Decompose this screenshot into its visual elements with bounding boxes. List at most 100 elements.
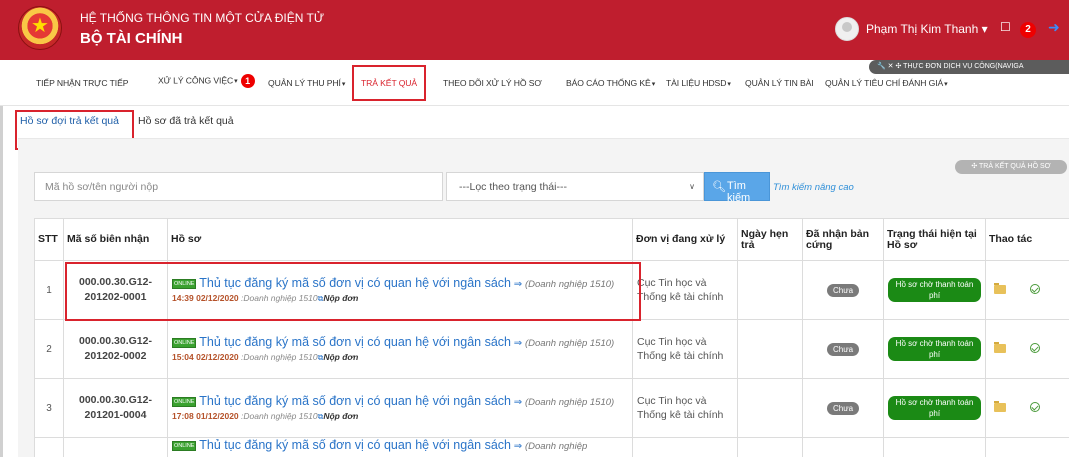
return-result-button[interactable]: ✣ TRẢ KẾT QUẢ HỒ SƠ [955, 160, 1067, 174]
row-code: 000.00.30.G12- 201201-0004 [63, 378, 168, 438]
check-circle-icon[interactable] [1030, 283, 1040, 294]
app-header: ★ HỆ THỐNG THÔNG TIN MỘT CỬA ĐIỆN TỬ BỘ … [0, 0, 1069, 60]
status-filter-value: ---Lọc theo trạng thái--- [459, 181, 567, 193]
nav-item-fee-management[interactable]: QUẢN LÝ THU PHÍ▾ [268, 78, 345, 88]
tab-returned-results[interactable]: Hồ sơ đã trả kết quả [138, 115, 234, 127]
procedure-link[interactable]: Thủ tục đăng ký mã số đơn vị có quan hệ … [199, 438, 511, 452]
status-badge: Hồ sơ chờ thanh toán phí [888, 396, 981, 420]
nav-item-manuals[interactable]: TÀI LIỆU HDSD▾ [666, 78, 731, 88]
arrow-right-icon: ⇒ [513, 441, 523, 452]
submit-action: Nộp đơn [323, 351, 359, 362]
user-menu[interactable]: Phạm Thị Kim Thanh ▾ [866, 22, 988, 36]
row-stt: 3 [34, 378, 64, 438]
row-due [737, 378, 803, 438]
row-received: Chưa [802, 260, 884, 320]
arrow-right-icon: ⇒ [513, 278, 523, 290]
check-circle-icon[interactable] [1030, 401, 1040, 412]
ministry-title: BỘ TÀI CHÍNH [80, 30, 183, 47]
row-due [737, 260, 803, 320]
chevron-down-icon: ▾ [727, 81, 731, 88]
online-badge: ONLINE [172, 278, 197, 289]
nav-item-reports[interactable]: BÁO CÁO THỐNG KÊ▾ [566, 78, 655, 88]
col-header-actions: Thao tác [985, 218, 1069, 261]
chevron-down-icon: ▾ [651, 81, 656, 88]
received-badge: Chưa [826, 283, 860, 297]
enterprise-name: (Doanh nghiệp [524, 441, 588, 452]
bell-icon[interactable]: ☐ [1000, 20, 1014, 34]
folder-icon[interactable] [994, 341, 1006, 353]
nav-active-highlight [352, 65, 426, 101]
status-badge: Hồ sơ chờ thanh toán phí [888, 278, 981, 302]
row-code: 000.00.30.G12- 201202-0001 [63, 260, 168, 320]
search-button[interactable]: 🔍︎ Tìm kiếm [704, 172, 770, 204]
service-menu-bar[interactable]: 🔧 ✕ ✣ THỰC ĐƠN DỊCH VỤ CÔNG(NAVIGA [869, 60, 1069, 74]
received-badge: Chưa [826, 401, 860, 415]
col-header-unit: Đơn vị đang xử lý [632, 218, 738, 261]
col-header-due: Ngày hẹn trả [737, 218, 803, 261]
enterprise-name: (Doanh nghiệp 1510) [524, 278, 615, 290]
status-badge: Hồ sơ chờ thanh toán phí [888, 337, 981, 361]
nav-item-criteria[interactable]: QUẢN LÝ TIÊU CHÍ ĐÁNH GIÁ▾ [825, 78, 948, 88]
submit-action: Nộp đơn [323, 410, 359, 421]
procedure-link[interactable]: Thủ tục đăng ký mã số đơn vị có quan hệ … [199, 394, 511, 408]
result-subtabs: Hồ sơ đợi trả kết quả Hồ sơ đã trả kết q… [0, 106, 1069, 150]
table-header-row: STT Mã số biên nhận Hồ sơ Đơn vị đang xử… [34, 218, 1069, 261]
row-actions [985, 319, 1069, 379]
row-status: Hồ sơ chờ thanh toán phí [883, 378, 986, 438]
row-record: ONLINE Thủ tục đăng ký mã số đơn vị có q… [167, 437, 633, 457]
enterprise-name: (Doanh nghiệp 1510) [524, 396, 615, 408]
row-received: Chưa [802, 378, 884, 438]
row-record: ONLINE Thủ tục đăng ký mã số đơn vị có q… [167, 260, 633, 320]
chevron-down-icon: ▾ [944, 81, 948, 88]
row-unit: Cục Tin học và Thống kê tài chính [632, 260, 738, 320]
col-header-record: Hồ sơ [167, 218, 633, 261]
procedure-link[interactable]: Thủ tục đăng ký mã số đơn vị có quan hệ … [199, 276, 511, 290]
row-code: 000.00.30.G12- 201202-0002 [63, 319, 168, 379]
check-circle-icon[interactable] [1030, 342, 1040, 353]
chevron-down-icon: ∨ [689, 182, 695, 191]
row-status: Hồ sơ chờ thanh toán phí [883, 319, 986, 379]
table-row: 3 000.00.30.G12- 201201-0004 ONLINE Thủ t… [34, 378, 1069, 438]
user-avatar[interactable] [835, 17, 859, 41]
submit-time: 17:08 01/12/2020 [172, 410, 239, 421]
folder-icon[interactable] [994, 400, 1006, 412]
received-badge: Chưa [826, 342, 860, 356]
submit-time: 15:04 02/12/2020 [172, 351, 239, 362]
procedure-link[interactable]: Thủ tục đăng ký mã số đơn vị có quan hệ … [199, 335, 511, 349]
arrow-right-icon: ⇒ [513, 396, 523, 408]
online-badge: ONLINE [172, 396, 197, 407]
user-name-label: Phạm Thị Kim Thanh [866, 22, 979, 36]
col-header-stt: STT [34, 218, 64, 261]
row-received: Chưa [802, 319, 884, 379]
submitter: :Doanh nghiệp 1510 [241, 292, 318, 303]
col-header-status: Trạng thái hiện tại Hồ sơ [883, 218, 986, 261]
nav-item-news[interactable]: QUẢN LÝ TIN BÀI [745, 78, 814, 88]
online-badge: ONLINE [172, 337, 197, 348]
submit-action: Nộp đơn [323, 292, 359, 303]
nav-item-direct-intake[interactable]: TIẾP NHẬN TRỰC TIẾP [36, 78, 128, 88]
row-stt: 2 [34, 319, 64, 379]
chevron-down-icon: ▾ [341, 81, 346, 88]
folder-icon[interactable] [994, 282, 1006, 294]
row-unit: Cục Tin học và Thống kê tài chính [632, 319, 738, 379]
chevron-down-icon: ▾ [981, 22, 988, 36]
table-row: 1 000.00.30.G12- 201202-0001 ONLINE Thủ t… [34, 260, 1069, 320]
search-input[interactable] [34, 172, 443, 201]
notification-badge[interactable]: 2 [1020, 22, 1036, 38]
arrow-right-icon: ⇒ [513, 337, 523, 349]
status-filter-select[interactable]: ---Lọc theo trạng thái--- ∨ [446, 172, 704, 201]
nav-item-work-processing[interactable]: XỬ LÝ CÔNG VIỆC▾ 1 [158, 74, 255, 88]
row-status: Hồ sơ chờ thanh toán phí [883, 260, 986, 320]
row-actions [985, 260, 1069, 320]
advanced-search-link[interactable]: Tìm kiếm nâng cao [773, 182, 854, 193]
row-record: ONLINE Thủ tục đăng ký mã số đơn vị có q… [167, 319, 633, 379]
system-title: HỆ THỐNG THÔNG TIN MỘT CỬA ĐIỆN TỬ [80, 11, 325, 25]
submit-time: 14:39 02/12/2020 [172, 292, 239, 303]
nav-item-track-records[interactable]: THEO DÕI XỬ LÝ HỒ SƠ [443, 78, 542, 88]
row-actions [985, 378, 1069, 438]
col-header-received: Đã nhận bản cứng [802, 218, 884, 261]
table-row: ONLINE Thủ tục đăng ký mã số đơn vị có q… [34, 437, 1069, 457]
logout-icon[interactable]: ➜ [1048, 20, 1060, 34]
national-emblem-icon: ★ [18, 6, 62, 50]
records-table: STT Mã số biên nhận Hồ sơ Đơn vị đang xử… [34, 218, 1069, 457]
